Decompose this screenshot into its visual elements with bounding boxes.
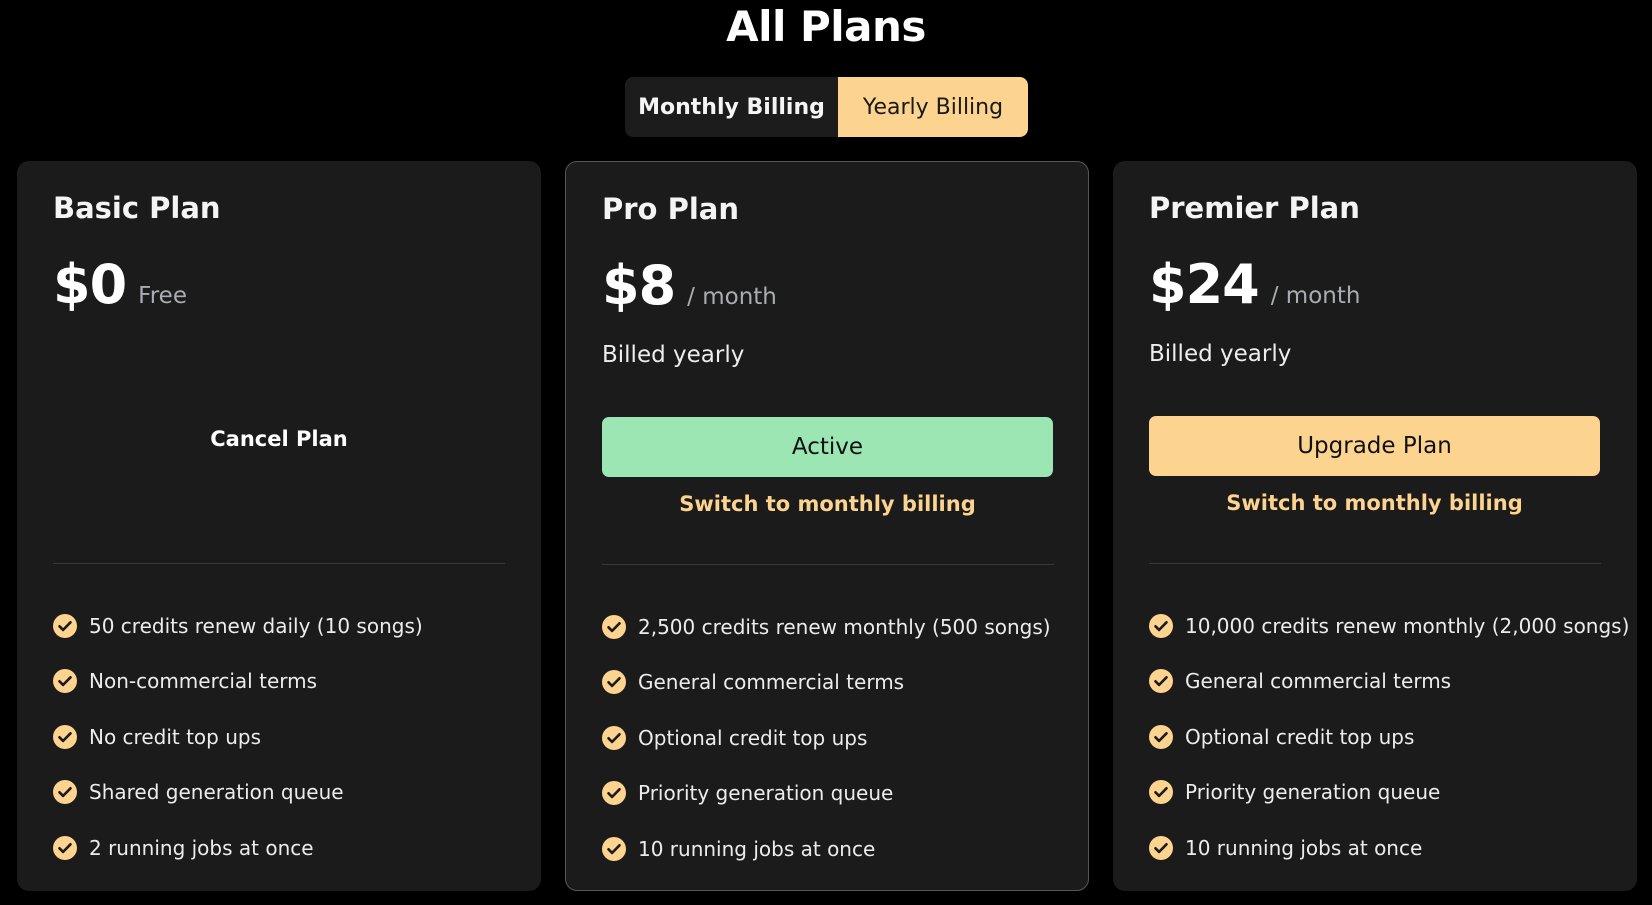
page-title: All Plans: [726, 2, 926, 51]
feature-text: 10 running jobs at once: [638, 836, 876, 861]
feature-list: 50 credits renew daily (10 songs) Non-com…: [53, 598, 423, 876]
plan-card-basic: Basic Plan $0 Free Cancel Plan 50 credit…: [17, 161, 541, 891]
price-suffix: / month: [1270, 283, 1361, 309]
feature-item: Priority generation queue: [602, 766, 1051, 822]
feature-item: Shared generation queue: [53, 765, 423, 821]
feature-item: 10 running jobs at once: [602, 821, 1051, 877]
feature-list: 10,000 credits renew monthly (2,000 song…: [1149, 598, 1629, 876]
billing-toggle: Monthly Billing Yearly Billing: [625, 77, 1028, 137]
yearly-billing-tab[interactable]: Yearly Billing: [838, 77, 1028, 137]
feature-text: General commercial terms: [638, 670, 905, 695]
feature-text: 50 credits renew daily (10 songs): [89, 613, 423, 638]
price-row: $0 Free: [53, 253, 187, 316]
check-circle-icon: [1149, 724, 1173, 749]
price-row: $8 / month: [602, 254, 777, 317]
check-circle-icon: [602, 836, 626, 861]
check-circle-icon: [602, 725, 626, 750]
feature-text: Optional credit top ups: [1185, 724, 1415, 749]
price-suffix: Free: [138, 283, 187, 309]
divider: [1149, 563, 1601, 564]
check-circle-icon: [53, 613, 77, 638]
feature-list: 2,500 credits renew monthly (500 songs) G…: [602, 599, 1051, 877]
plan-price: $24: [1149, 253, 1260, 316]
feature-item: Non-commercial terms: [53, 654, 423, 710]
monthly-billing-tab[interactable]: Monthly Billing: [625, 77, 838, 137]
check-circle-icon: [53, 835, 77, 860]
plan-price: $0: [53, 253, 127, 316]
feature-item: No credit top ups: [53, 709, 423, 765]
active-plan-button[interactable]: Active: [602, 417, 1053, 477]
check-circle-icon: [1149, 669, 1173, 694]
check-circle-icon: [53, 780, 77, 805]
plan-name: Basic Plan: [53, 191, 221, 225]
feature-item: Priority generation queue: [1149, 765, 1629, 821]
feature-item: 2,500 credits renew monthly (500 songs): [602, 599, 1051, 655]
divider: [602, 564, 1054, 565]
check-circle-icon: [1149, 835, 1173, 860]
feature-text: Priority generation queue: [1185, 780, 1441, 805]
feature-item: 50 credits renew daily (10 songs): [53, 598, 423, 654]
feature-text: 10,000 credits renew monthly (2,000 song…: [1185, 613, 1630, 638]
feature-text: 2,500 credits renew monthly (500 songs): [638, 614, 1051, 639]
price-suffix: / month: [687, 284, 777, 310]
plan-name: Pro Plan: [602, 192, 739, 226]
feature-text: General commercial terms: [1185, 669, 1452, 694]
feature-text: Optional credit top ups: [638, 725, 868, 750]
check-circle-icon: [1149, 613, 1173, 638]
plan-card-premier: Premier Plan $24 / month Billed yearly U…: [1113, 161, 1637, 891]
feature-item: General commercial terms: [602, 655, 1051, 711]
check-circle-icon: [602, 781, 626, 806]
plan-card-pro: Pro Plan $8 / month Billed yearly Active…: [565, 161, 1089, 891]
feature-text: 10 running jobs at once: [1185, 835, 1423, 860]
feature-text: Priority generation queue: [638, 781, 894, 806]
divider: [53, 563, 505, 564]
billed-note: Billed yearly: [602, 342, 745, 368]
check-circle-icon: [53, 669, 77, 694]
feature-text: Non-commercial terms: [89, 669, 318, 694]
plan-price: $8: [602, 254, 676, 317]
feature-item: Optional credit top ups: [602, 710, 1051, 766]
billed-note: Billed yearly: [1149, 341, 1292, 367]
feature-text: 2 running jobs at once: [89, 835, 314, 860]
cancel-plan-button[interactable]: Cancel Plan: [53, 427, 505, 451]
feature-item: Optional credit top ups: [1149, 709, 1629, 765]
check-circle-icon: [53, 724, 77, 749]
feature-item: 10,000 credits renew monthly (2,000 song…: [1149, 598, 1629, 654]
pricing-page: All Plans Monthly Billing Yearly Billing…: [0, 0, 1652, 905]
check-circle-icon: [602, 614, 626, 639]
feature-item: General commercial terms: [1149, 654, 1629, 710]
feature-item: 10 running jobs at once: [1149, 820, 1629, 876]
feature-text: No credit top ups: [89, 724, 262, 749]
check-circle-icon: [1149, 780, 1173, 805]
check-circle-icon: [602, 670, 626, 695]
upgrade-plan-button[interactable]: Upgrade Plan: [1149, 416, 1600, 476]
price-row: $24 / month: [1149, 253, 1360, 316]
feature-text: Shared generation queue: [89, 780, 344, 805]
feature-item: 2 running jobs at once: [53, 820, 423, 876]
switch-to-monthly-link[interactable]: Switch to monthly billing: [1149, 491, 1600, 515]
plan-name: Premier Plan: [1149, 191, 1360, 225]
switch-to-monthly-link[interactable]: Switch to monthly billing: [602, 492, 1053, 516]
